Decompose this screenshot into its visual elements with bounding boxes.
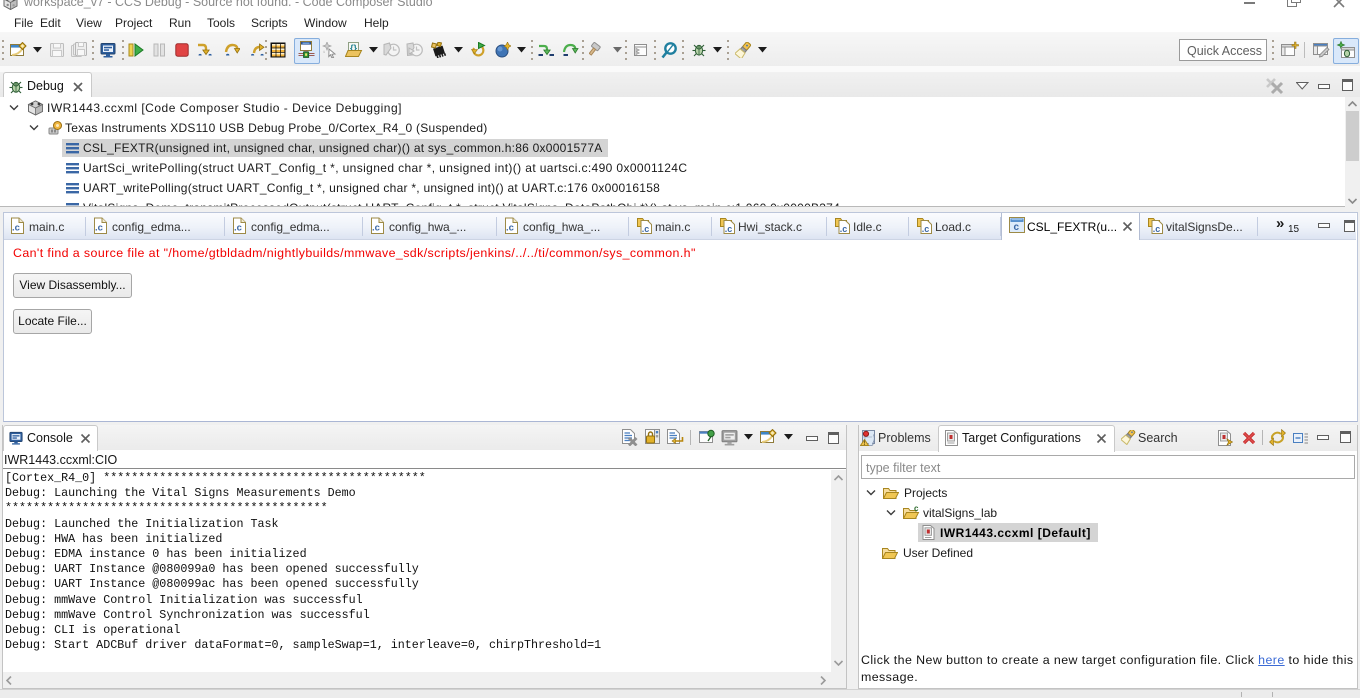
svg-text:!: ! [863, 441, 865, 446]
svg-text:c: c [914, 505, 919, 513]
